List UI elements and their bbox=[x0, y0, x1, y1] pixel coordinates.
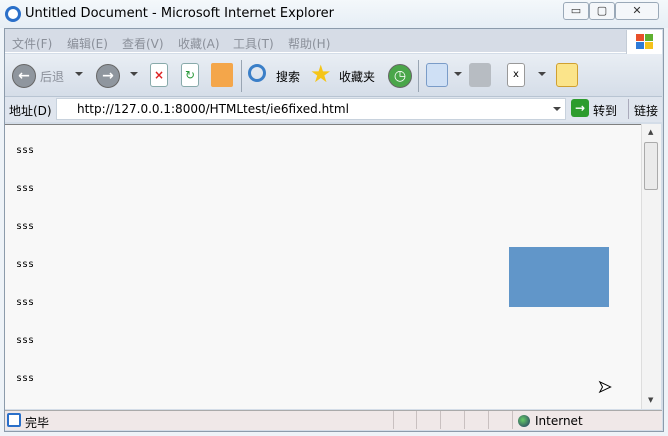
text-line: sss bbox=[16, 145, 35, 156]
menu-favorites[interactable]: 收藏(A) bbox=[178, 35, 220, 52]
scroll-up-icon[interactable]: ▲ bbox=[648, 128, 653, 136]
ie-icon bbox=[5, 6, 21, 22]
windows-logo bbox=[626, 30, 662, 54]
divider bbox=[464, 411, 465, 429]
divider bbox=[440, 411, 441, 429]
print-icon[interactable] bbox=[469, 63, 491, 87]
address-input[interactable]: http://127.0.0.1:8000/HTMLtest/ie6fixed.… bbox=[56, 98, 566, 120]
refresh-icon[interactable]: ↻ bbox=[181, 63, 199, 87]
text-line: sss bbox=[16, 335, 35, 346]
text-line: sss bbox=[16, 259, 35, 270]
menu-view[interactable]: 查看(V) bbox=[122, 35, 164, 52]
separator bbox=[241, 60, 242, 92]
divider bbox=[512, 411, 513, 429]
search-button[interactable]: 搜索 bbox=[276, 68, 300, 85]
fixed-blue-box bbox=[509, 247, 609, 307]
status-text: 完毕 bbox=[25, 416, 50, 430]
note-icon[interactable] bbox=[556, 63, 578, 87]
scrollbar-thumb[interactable] bbox=[644, 142, 658, 190]
mail-icon[interactable] bbox=[426, 63, 448, 87]
go-arrow-icon[interactable]: → bbox=[571, 99, 589, 117]
divider bbox=[393, 411, 394, 429]
address-dropdown-icon[interactable] bbox=[553, 107, 561, 111]
go-button[interactable]: 转到 bbox=[593, 102, 617, 119]
close-button[interactable]: ✕ bbox=[615, 2, 659, 20]
scroll-down-icon[interactable]: ▼ bbox=[648, 396, 653, 404]
forward-dropdown-icon[interactable] bbox=[130, 72, 138, 76]
edit-icon[interactable]: x bbox=[507, 63, 525, 87]
text-line: sss bbox=[16, 373, 35, 384]
divider bbox=[416, 411, 417, 429]
address-label: 地址(D) bbox=[9, 104, 52, 118]
minimize-button[interactable]: ▭ bbox=[563, 2, 589, 20]
menu-file[interactable]: 文件(F) bbox=[12, 35, 52, 52]
history-icon[interactable]: ◷ bbox=[388, 64, 412, 88]
home-icon[interactable] bbox=[211, 63, 233, 87]
back-dropdown-icon[interactable] bbox=[75, 72, 83, 76]
links-button[interactable]: 链接 bbox=[634, 102, 658, 119]
window-title: Untitled Document - Microsoft Internet E… bbox=[25, 6, 335, 21]
globe-icon bbox=[518, 415, 530, 427]
text-line: sss bbox=[16, 183, 35, 194]
stop-icon[interactable]: × bbox=[150, 63, 168, 87]
separator bbox=[418, 60, 419, 92]
edit-dropdown-icon[interactable] bbox=[538, 72, 546, 76]
menu-tools[interactable]: 工具(T) bbox=[233, 35, 274, 52]
divider bbox=[488, 411, 489, 429]
page-icon bbox=[7, 413, 21, 427]
back-button[interactable]: 后退 bbox=[40, 68, 64, 85]
text-line: sss bbox=[16, 297, 35, 308]
separator bbox=[628, 99, 629, 119]
menu-help[interactable]: 帮助(H) bbox=[288, 35, 330, 52]
mail-dropdown-icon[interactable] bbox=[454, 72, 462, 76]
restore-button[interactable]: ▢ bbox=[589, 2, 615, 20]
favorites-star-icon[interactable]: ★ bbox=[310, 60, 332, 88]
zone-text: Internet bbox=[535, 414, 583, 428]
forward-arrow-icon[interactable]: → bbox=[96, 64, 120, 88]
back-arrow-icon[interactable]: ← bbox=[12, 64, 36, 88]
search-icon[interactable] bbox=[248, 64, 266, 82]
mouse-cursor-icon: ➤ bbox=[597, 377, 612, 397]
menu-edit[interactable]: 编辑(E) bbox=[67, 35, 108, 52]
favorites-button[interactable]: 收藏夹 bbox=[339, 68, 375, 85]
text-line: sss bbox=[16, 221, 35, 232]
